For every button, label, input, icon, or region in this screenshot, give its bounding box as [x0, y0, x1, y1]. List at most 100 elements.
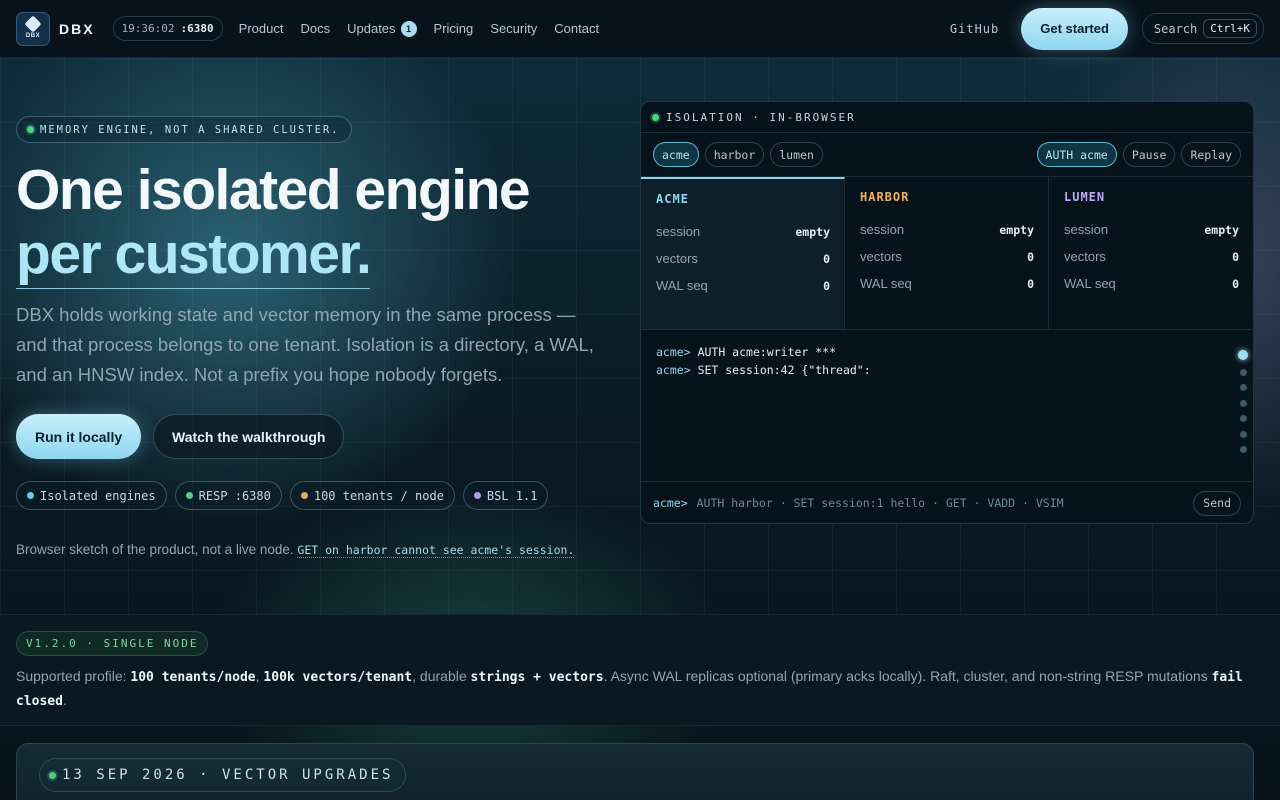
version-description: Supported profile: 100 tenants/node, 100…	[16, 665, 1266, 713]
feature-chips: Isolated engines RESP :6380 100 tenants …	[16, 481, 549, 510]
chip-label: Isolated engines	[40, 488, 156, 503]
status-dot-icon	[27, 126, 34, 133]
tab-lumen[interactable]: lumen	[770, 142, 823, 167]
version-text: , durable	[412, 668, 471, 684]
nav-link-updates[interactable]: Updates 1	[347, 20, 417, 37]
logo-text: DBX	[25, 33, 41, 39]
replay-button[interactable]: Replay	[1181, 142, 1241, 167]
command-input[interactable]: AUTH harbor · SET session:1 hello · GET …	[697, 496, 1064, 510]
step-dot[interactable]	[1239, 399, 1247, 407]
upgrade-date-text: 13 SEP 2026 · VECTOR UPGRADES	[62, 767, 394, 783]
status-dot-icon	[49, 771, 56, 779]
cube-icon	[24, 15, 42, 33]
hero-eyebrow-text: MEMORY ENGINE, NOT A SHARED CLUSTER.	[40, 123, 340, 136]
chip-dot-icon	[27, 492, 34, 499]
hero-title-line1: One isolated engine	[16, 158, 531, 222]
auth-acme-button[interactable]: AUTH acme	[1036, 142, 1117, 167]
version-text: .	[62, 692, 67, 708]
chip-label: BSL 1.1	[486, 488, 538, 503]
nav-link-contact[interactable]: Contact	[554, 21, 599, 37]
hero-title-line2: per customer.	[16, 222, 372, 289]
row-value: 0	[1232, 249, 1239, 264]
chip-resp-port: RESP :6380	[174, 481, 282, 510]
clock-time: 19:36:02	[121, 22, 175, 35]
chip-dot-icon	[473, 492, 481, 499]
row-label: WAL seq	[860, 276, 912, 291]
tenant-card-harbor[interactable]: HARBOR session empty vectors 0 WAL seq 0	[845, 177, 1049, 329]
step-dot[interactable]	[1239, 446, 1247, 453]
version-highlight: 100k vectors/tenant	[263, 670, 413, 685]
top-nav: DBX DBX 19:36:02 :6380 Product Docs Upda…	[0, 0, 1280, 58]
hero-eyebrow: MEMORY ENGINE, NOT A SHARED CLUSTER.	[16, 116, 352, 143]
version-badge: V1.2.0 · SINGLE NODE	[16, 631, 209, 656]
row-label: vectors	[656, 251, 698, 266]
panel-title: ISOLATION · IN-BROWSER	[666, 110, 856, 124]
terminal-line: acme> SET session:42 {"thread":	[656, 361, 1238, 379]
nav-link-updates-label: Updates	[347, 21, 396, 36]
tenant-row: vectors 0	[860, 243, 1034, 270]
tenant-name: HARBOR	[860, 190, 910, 204]
terminal-output: acme> AUTH acme:writer *** acme> SET ses…	[641, 330, 1253, 482]
step-dot[interactable]	[1239, 368, 1247, 376]
row-value: empty	[795, 224, 830, 239]
version-band: V1.2.0 · SINGLE NODE Supported profile: …	[0, 614, 1280, 726]
pause-button[interactable]: Pause	[1122, 142, 1176, 167]
tenant-row: session empty	[860, 216, 1034, 243]
step-dot-active[interactable]	[1238, 350, 1248, 360]
row-label: WAL seq	[656, 278, 708, 293]
tenant-row: WAL seq 0	[1064, 270, 1239, 297]
tenant-name: LUMEN	[1064, 190, 1106, 204]
row-label: session	[1064, 222, 1109, 237]
panel-toolbar: acme harbor lumen AUTH acme Pause Replay	[641, 133, 1253, 177]
version-text: Supported profile:	[16, 668, 131, 684]
tenant-row: session empty	[1064, 216, 1239, 243]
send-button[interactable]: Send	[1193, 490, 1241, 516]
row-value: 0	[1027, 276, 1034, 291]
step-dot[interactable]	[1239, 384, 1247, 391]
chip-label: 100 tenants / node	[313, 488, 444, 503]
row-label: WAL seq	[1064, 276, 1116, 291]
row-label: session	[656, 224, 701, 239]
row-label: session	[860, 222, 905, 237]
step-dot[interactable]	[1239, 415, 1247, 422]
row-label: vectors	[860, 249, 902, 264]
tenant-row: vectors 0	[656, 245, 830, 272]
version-highlight: strings + vectors	[470, 670, 604, 685]
nav-link-product[interactable]: Product	[239, 21, 284, 37]
live-dot-icon	[652, 113, 659, 121]
nav-link-docs[interactable]: Docs	[300, 21, 330, 37]
search-label: Search	[1153, 21, 1198, 36]
run-locally-button[interactable]: Run it locally	[16, 414, 142, 459]
tenant-card-acme[interactable]: ACME session empty vectors 0 WAL seq 0	[641, 177, 845, 329]
step-dot[interactable]	[1239, 430, 1247, 438]
brand-name[interactable]: DBX	[59, 21, 95, 37]
hero-note-code: GET on harbor cannot see acme's session.	[297, 543, 575, 558]
tab-acme[interactable]: acme	[653, 142, 699, 167]
tenant-name: ACME	[656, 192, 689, 206]
updates-count-badge: 1	[400, 20, 417, 37]
get-started-button[interactable]: Get started	[1021, 7, 1128, 50]
github-link[interactable]: GitHub	[950, 22, 999, 36]
search-shortcut: Ctrl+K	[1203, 19, 1257, 38]
tenant-card-lumen[interactable]: LUMEN session empty vectors 0 WAL seq 0	[1049, 177, 1253, 329]
chip-isolated-engines: Isolated engines	[16, 481, 167, 510]
tenant-row: WAL seq 0	[656, 272, 830, 299]
isolation-demo-panel: ISOLATION · IN-BROWSER acme harbor lumen…	[640, 101, 1254, 524]
chip-dot-icon	[185, 492, 193, 499]
tenant-row: session empty	[656, 218, 830, 245]
row-value: 0	[1027, 249, 1034, 264]
logo[interactable]: DBX	[16, 11, 50, 46]
watch-walkthrough-button[interactable]: Watch the walkthrough	[153, 414, 345, 459]
version-highlight: 100 tenants/node	[130, 670, 256, 685]
upgrade-date-badge: 13 SEP 2026 · VECTOR UPGRADES	[39, 758, 407, 792]
search-button[interactable]: Search Ctrl+K	[1141, 13, 1264, 44]
tab-harbor[interactable]: harbor	[704, 142, 765, 167]
nav-link-security[interactable]: Security	[490, 21, 537, 37]
step-indicator	[1238, 350, 1248, 453]
terminal-line: acme> AUTH acme:writer ***	[656, 343, 1238, 361]
upgrade-card: 13 SEP 2026 · VECTOR UPGRADES	[16, 743, 1254, 800]
nav-link-pricing[interactable]: Pricing	[434, 21, 474, 37]
version-text: . Async WAL replicas optional (primary a…	[603, 668, 1212, 684]
hero-note-text: Browser sketch of the product, not a liv…	[16, 542, 294, 557]
row-value: 0	[823, 278, 830, 293]
